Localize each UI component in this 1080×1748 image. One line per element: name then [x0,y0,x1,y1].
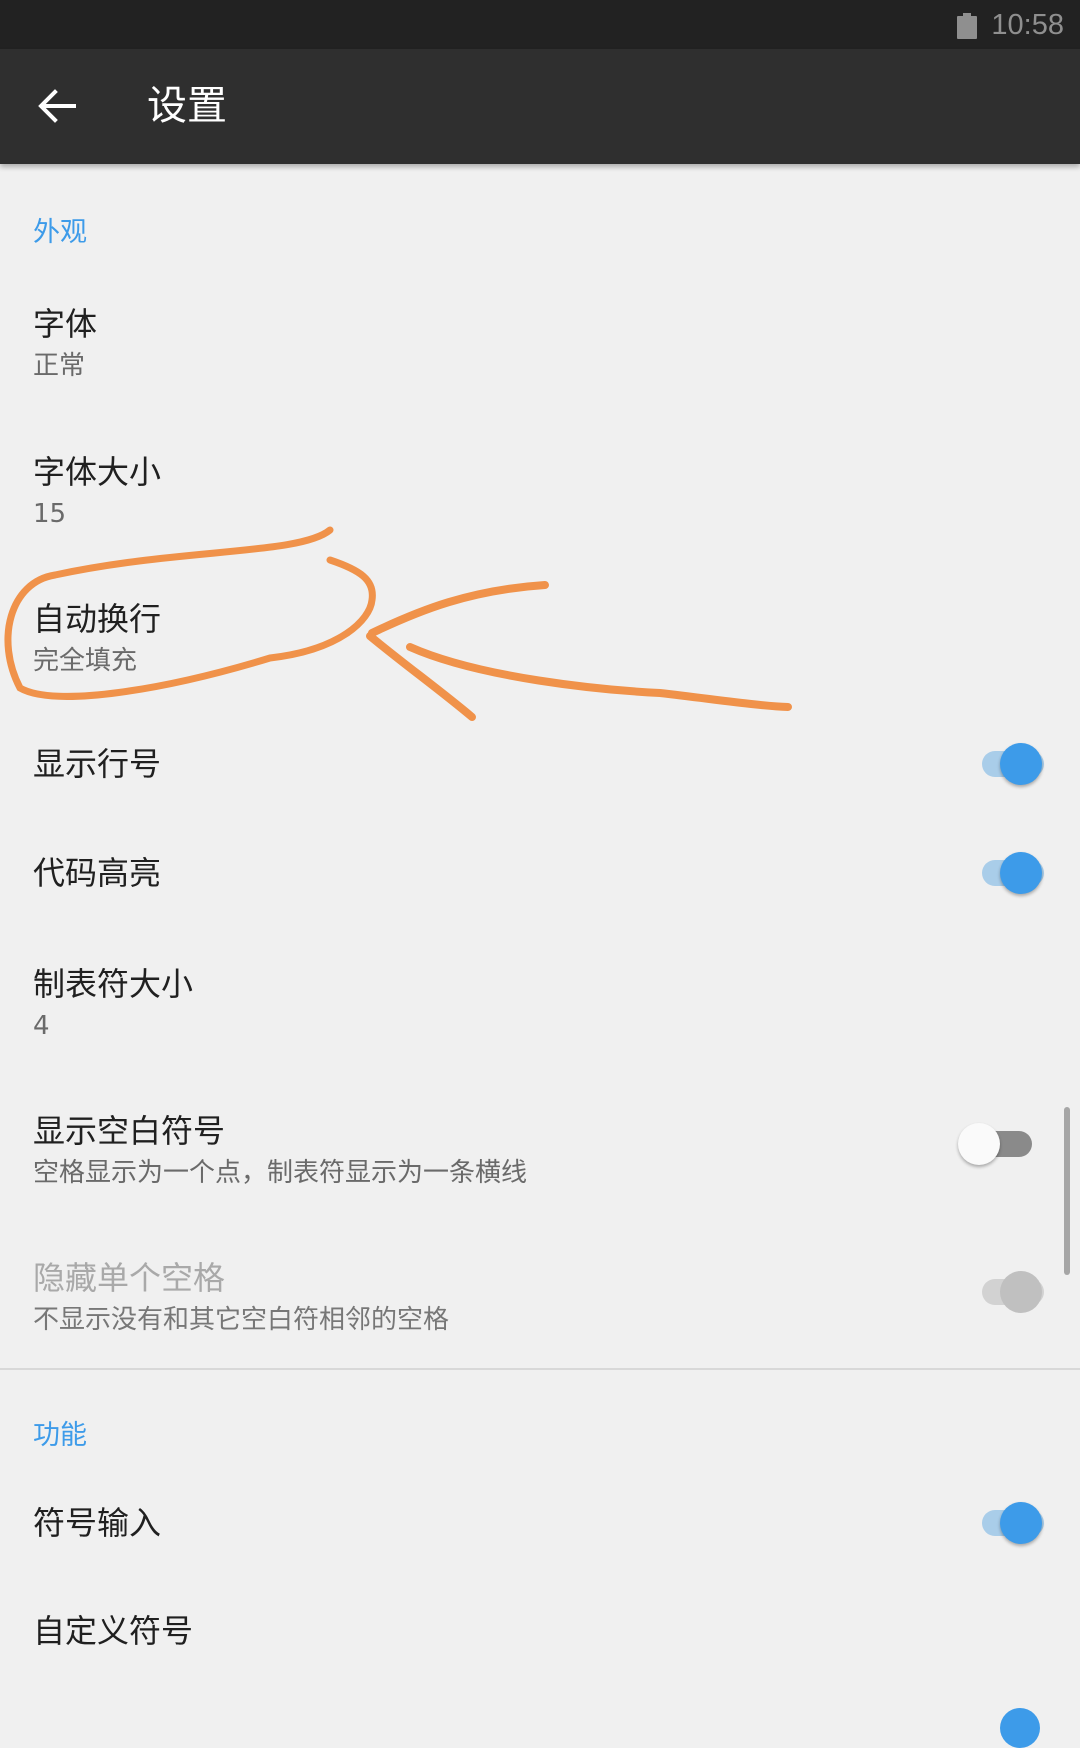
pref-custom-symbols-title: 自定义符号 [33,1612,194,1650]
switch-thumb [1000,1502,1042,1544]
section-header-features: 功能 [33,1420,87,1451]
battery-icon [957,13,977,39]
pref-word-wrap-title: 自动换行 [33,600,162,638]
hide-single-space-switch [974,1269,1044,1315]
pref-font-size-title: 字体大小 [33,453,162,491]
pref-font-title: 字体 [33,305,98,343]
switch-thumb [1000,1271,1042,1313]
pref-show-whitespace[interactable]: 显示空白符号 空格显示为一个点，制表符显示为一条横线 [0,1077,1080,1207]
switch-thumb [1000,743,1042,785]
pref-tab-size-title: 制表符大小 [33,965,194,1003]
syntax-highlight-switch[interactable] [974,850,1044,896]
pref-custom-symbols[interactable]: 自定义符号 [0,1579,1080,1685]
show-whitespace-switch[interactable] [958,1121,1034,1167]
arrow-back-icon[interactable] [34,83,80,129]
pref-line-numbers[interactable]: 显示行号 [0,712,1080,818]
pref-hide-single-space: 隐藏单个空格 不显示没有和其它空白符相邻的空格 [0,1224,1080,1354]
app-bar: 设置 [0,49,1080,164]
section-header-appearance: 外观 [33,217,87,248]
status-time: 10:58 [991,9,1064,41]
pref-font-size[interactable]: 字体大小 15 [0,418,1080,548]
pref-tab-size[interactable]: 制表符大小 4 [0,930,1080,1060]
pref-show-whitespace-title: 显示空白符号 [33,1112,226,1150]
pref-symbol-input-title: 符号输入 [33,1504,162,1542]
pref-symbol-input[interactable]: 符号输入 [0,1471,1080,1577]
pref-tab-size-summary: 4 [33,1011,50,1041]
pref-font-summary: 正常 [33,351,86,381]
switch-thumb [1000,1708,1040,1748]
pref-font[interactable]: 字体 正常 [0,270,1080,400]
switch-thumb [1000,852,1042,894]
settings-list: 外观 字体 正常 字体大小 15 自动换行 完全填充 显示行号 代码高亮 制表符… [0,164,1080,1748]
line-numbers-switch[interactable] [974,741,1044,787]
page-title: 设置 [147,83,227,129]
status-bar: 10:58 [0,0,1080,49]
pref-syntax-highlight[interactable]: 代码高亮 [0,821,1080,927]
pref-hide-single-space-title: 隐藏单个空格 [33,1259,226,1297]
pref-hide-single-space-summary: 不显示没有和其它空白符相邻的空格 [33,1305,450,1335]
pref-next-row-partial[interactable] [0,1700,1080,1748]
pref-line-numbers-title: 显示行号 [33,745,162,783]
section-divider [0,1368,1080,1370]
pref-word-wrap[interactable]: 自动换行 完全填充 [0,565,1080,695]
pref-font-size-summary: 15 [33,499,67,529]
pref-show-whitespace-summary: 空格显示为一个点，制表符显示为一条横线 [33,1158,528,1188]
pref-syntax-highlight-title: 代码高亮 [33,854,162,892]
symbol-input-switch[interactable] [974,1500,1044,1546]
pref-word-wrap-summary: 完全填充 [33,646,138,676]
switch-thumb [958,1123,1000,1165]
scrollbar[interactable] [1064,1107,1070,1275]
